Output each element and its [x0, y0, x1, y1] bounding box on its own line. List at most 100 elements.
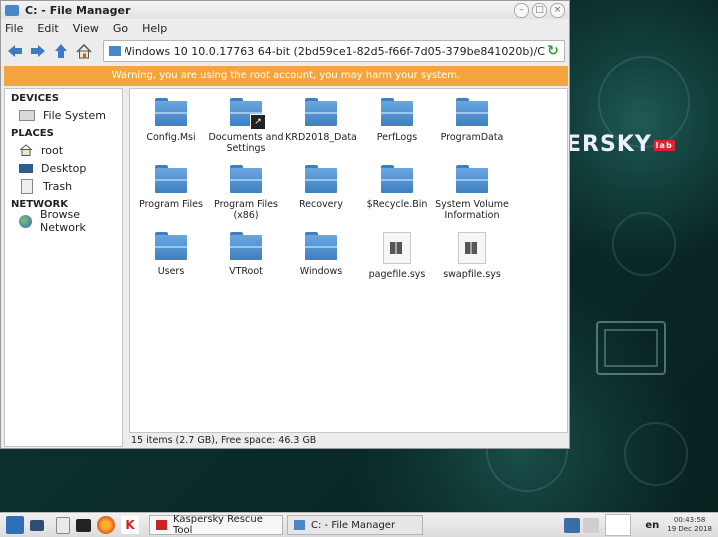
up-arrow-icon — [55, 44, 67, 58]
hard-drive-icon — [19, 109, 35, 121]
file-item-programdata[interactable]: ProgramData — [434, 98, 510, 143]
network-tray-icon[interactable] — [564, 517, 581, 533]
folder-icon — [155, 232, 187, 260]
monitor-icon — [596, 321, 666, 375]
toolbar: Operation Systems/Windows 10 10.0.17763 … — [1, 37, 569, 65]
sidebar-item-label: Desktop — [41, 161, 87, 175]
file-item-system-volume-information[interactable]: System Volume Information — [434, 165, 510, 221]
sidebar-item-label: File System — [43, 108, 106, 122]
home-button[interactable] — [74, 41, 94, 61]
taskbar: K Kaspersky Rescue Tool C: - File Manage… — [0, 512, 718, 537]
file-label: $Recycle.Bin — [366, 199, 428, 210]
maximize-button[interactable]: □ — [532, 2, 547, 18]
shortcut-arrow-icon: ↗ — [250, 114, 266, 130]
desktop-icon — [19, 163, 33, 173]
sidebar-item-browse-network[interactable]: Browse Network — [5, 208, 122, 234]
system-file-icon — [458, 232, 486, 264]
file-label: pagefile.sys — [368, 269, 426, 280]
file-item-program-files-x86[interactable]: Program Files (x86) — [208, 165, 284, 221]
menu-help[interactable]: Help — [142, 22, 167, 35]
file-label: Config.Msi — [146, 132, 196, 143]
start-menu-icon[interactable] — [6, 516, 24, 534]
tools-tray-icon[interactable] — [583, 517, 600, 533]
task-file-manager[interactable]: C: - File Manager — [287, 515, 423, 535]
forward-button[interactable] — [28, 41, 48, 61]
file-label: Program Files — [139, 199, 203, 210]
address-bar[interactable]: Operation Systems/Windows 10 10.0.17763 … — [103, 40, 565, 62]
up-button[interactable] — [51, 41, 71, 61]
file-label: Windows — [299, 266, 343, 277]
menu-bar: File Edit View Go Help — [1, 19, 569, 37]
clock[interactable]: 00:43:58 19 Dec 2018 — [667, 516, 712, 534]
task-label: C: - File Manager — [311, 519, 396, 531]
file-item-documents-and-settings[interactable]: ↗ Documents and Settings — [208, 98, 284, 154]
folder-icon — [456, 165, 488, 193]
file-label: PerfLogs — [376, 132, 418, 143]
tray-slot — [605, 514, 632, 536]
status-bar: 15 items (2.7 GB), Free space: 46.3 GB — [131, 435, 317, 446]
drive-icon — [5, 4, 19, 16]
file-label: Documents and Settings — [208, 132, 284, 154]
menu-go[interactable]: Go — [113, 22, 128, 35]
clock-date: 19 Dec 2018 — [667, 525, 712, 533]
sidebar-item-label: root — [41, 143, 64, 157]
file-item-krd2018-data[interactable]: KRD2018_Data — [283, 98, 359, 143]
home-icon — [76, 43, 92, 58]
sidebar-item-desktop[interactable]: Desktop — [5, 159, 122, 177]
folder-icon — [230, 232, 262, 260]
sidebar-item-root[interactable]: root — [5, 141, 122, 159]
file-manager-launcher-icon[interactable] — [56, 516, 70, 534]
menu-edit[interactable]: Edit — [37, 22, 58, 35]
firefox-icon[interactable] — [97, 516, 115, 534]
sidebar-item-label: Trash — [43, 179, 73, 193]
sidebar-heading-places: PLACES — [11, 128, 54, 139]
file-label: KRD2018_Data — [285, 132, 357, 143]
close-button[interactable]: × — [550, 2, 565, 18]
sidebar-item-file-system[interactable]: File System — [5, 106, 122, 124]
file-label: Program Files (x86) — [214, 199, 278, 221]
file-label: ProgramData — [440, 132, 504, 143]
back-button[interactable] — [5, 41, 25, 61]
file-item-windows[interactable]: Windows — [283, 232, 359, 277]
file-label: Recovery — [298, 199, 344, 210]
file-label: VTRoot — [229, 266, 263, 277]
menu-view[interactable]: View — [73, 22, 99, 35]
show-desktop-icon[interactable] — [30, 519, 44, 531]
file-label: swapfile.sys — [443, 269, 501, 280]
file-item-pagefile-sys[interactable]: pagefile.sys — [359, 232, 435, 280]
file-item-users[interactable]: Users — [133, 232, 209, 277]
folder-icon — [305, 232, 337, 260]
folder-icon: ↗ — [230, 98, 266, 130]
file-label: Users — [157, 266, 185, 277]
system-file-icon — [383, 232, 411, 264]
file-item-config-msi[interactable]: Config.Msi — [133, 98, 209, 143]
trash-icon — [21, 178, 33, 194]
window-title: C: - File Manager — [25, 3, 131, 17]
sidebar-item-label: Browse Network — [40, 208, 86, 234]
menu-file[interactable]: File — [5, 22, 23, 35]
folder-icon — [381, 98, 413, 126]
title-bar[interactable]: C: - File Manager – □ × — [1, 1, 569, 19]
file-item-swapfile-sys[interactable]: swapfile.sys — [434, 232, 510, 280]
kaspersky-icon — [156, 520, 167, 530]
file-item-program-files[interactable]: Program Files — [133, 165, 209, 210]
task-label: Kaspersky Rescue Tool — [173, 514, 263, 536]
minimize-button[interactable]: – — [514, 2, 529, 18]
kaspersky-launcher-icon[interactable]: K — [121, 516, 139, 534]
terminal-icon[interactable] — [76, 518, 91, 532]
root-warning-banner: Warning, you are using the root account,… — [4, 66, 568, 86]
sidebar-heading-devices: DEVICES — [11, 93, 59, 104]
reload-icon[interactable]: ↻ — [545, 43, 561, 59]
folder-icon — [381, 165, 413, 193]
folder-icon — [155, 98, 187, 126]
file-item-recycle-bin[interactable]: $Recycle.Bin — [359, 165, 435, 210]
file-item-vtroot[interactable]: VTRoot — [208, 232, 284, 277]
sidebar-item-trash[interactable]: Trash — [5, 177, 122, 195]
task-kaspersky-rescue-tool[interactable]: Kaspersky Rescue Tool — [149, 514, 283, 536]
keyboard-layout-indicator[interactable]: en — [645, 520, 659, 531]
file-item-perflogs[interactable]: PerfLogs — [359, 98, 435, 143]
clock-time: 00:43:58 — [673, 516, 706, 524]
folder-icon — [230, 165, 262, 193]
address-path[interactable]: Operation Systems/Windows 10 10.0.17763 … — [125, 45, 545, 58]
file-item-recovery[interactable]: Recovery — [283, 165, 359, 210]
